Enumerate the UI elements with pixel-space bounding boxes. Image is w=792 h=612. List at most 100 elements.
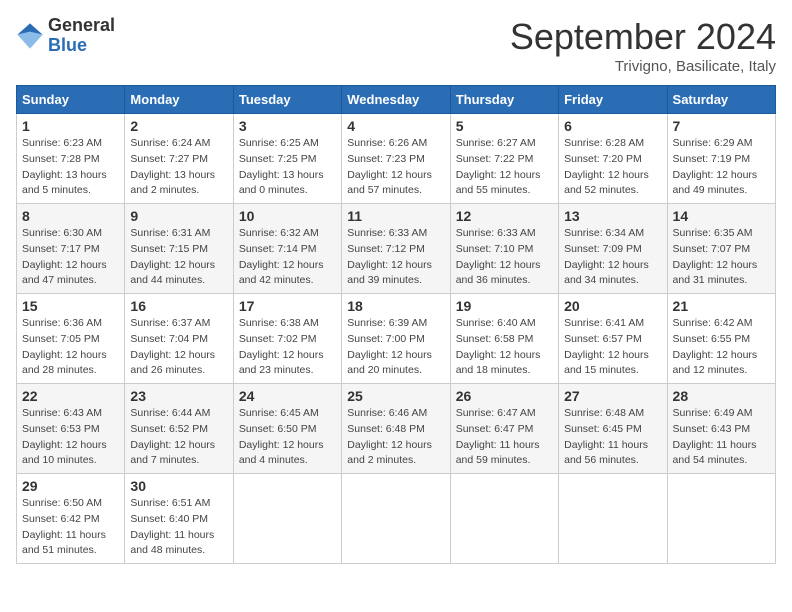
day-detail: Sunrise: 6:40 AMSunset: 6:58 PMDaylight:… bbox=[456, 316, 553, 379]
logo-general-text: General bbox=[48, 16, 115, 36]
calendar-cell bbox=[450, 474, 558, 564]
day-number: 8 bbox=[22, 208, 119, 224]
calendar-cell: 19Sunrise: 6:40 AMSunset: 6:58 PMDayligh… bbox=[450, 294, 558, 384]
day-detail: Sunrise: 6:41 AMSunset: 6:57 PMDaylight:… bbox=[564, 316, 661, 379]
calendar-cell: 4 Sunrise: 6:26 AMSunset: 7:23 PMDaylight… bbox=[342, 114, 450, 204]
day-detail: Sunrise: 6:49 AMSunset: 6:43 PMDaylight:… bbox=[673, 406, 770, 469]
calendar-cell: 22 Sunrise: 6:43 AMSunset: 6:53 PMDayligh… bbox=[17, 384, 125, 474]
day-detail: Sunrise: 6:25 AMSunset: 7:25 PMDaylight:… bbox=[239, 136, 336, 199]
day-number: 5 bbox=[456, 118, 553, 134]
day-detail: Sunrise: 6:27 AMSunset: 7:22 PMDaylight:… bbox=[456, 136, 553, 199]
calendar-week-4: 22 Sunrise: 6:43 AMSunset: 6:53 PMDayligh… bbox=[17, 384, 776, 474]
calendar-cell: 6 Sunrise: 6:28 AMSunset: 7:20 PMDaylight… bbox=[559, 114, 667, 204]
day-number: 13 bbox=[564, 208, 661, 224]
day-number: 18 bbox=[347, 298, 444, 314]
calendar-cell: 27 Sunrise: 6:48 AMSunset: 6:45 PMDayligh… bbox=[559, 384, 667, 474]
day-number: 15 bbox=[22, 298, 119, 314]
calendar-table: SundayMondayTuesdayWednesdayThursdayFrid… bbox=[16, 85, 776, 564]
calendar-cell: 20 Sunrise: 6:41 AMSunset: 6:57 PMDayligh… bbox=[559, 294, 667, 384]
day-detail: Sunrise: 6:37 AMSunset: 7:04 PMDaylight:… bbox=[130, 316, 227, 379]
weekday-saturday: Saturday bbox=[667, 86, 775, 114]
day-detail: Sunrise: 6:29 AMSunset: 7:19 PMDaylight:… bbox=[673, 136, 770, 199]
calendar-cell: 8 Sunrise: 6:30 AMSunset: 7:17 PMDaylight… bbox=[17, 204, 125, 294]
day-number: 30 bbox=[130, 478, 227, 494]
day-number: 7 bbox=[673, 118, 770, 134]
calendar-week-5: 29Sunrise: 6:50 AMSunset: 6:42 PMDayligh… bbox=[17, 474, 776, 564]
day-number: 6 bbox=[564, 118, 661, 134]
calendar-cell: 18Sunrise: 6:39 AMSunset: 7:00 PMDayligh… bbox=[342, 294, 450, 384]
calendar-cell bbox=[559, 474, 667, 564]
day-number: 9 bbox=[130, 208, 227, 224]
day-number: 1 bbox=[22, 118, 119, 134]
weekday-wednesday: Wednesday bbox=[342, 86, 450, 114]
location-subtitle: Trivigno, Basilicate, Italy bbox=[510, 58, 776, 75]
calendar-cell: 26Sunrise: 6:47 AMSunset: 6:47 PMDayligh… bbox=[450, 384, 558, 474]
day-detail: Sunrise: 6:34 AMSunset: 7:09 PMDaylight:… bbox=[564, 226, 661, 289]
calendar-cell: 21Sunrise: 6:42 AMSunset: 6:55 PMDayligh… bbox=[667, 294, 775, 384]
weekday-sunday: Sunday bbox=[17, 86, 125, 114]
day-detail: Sunrise: 6:30 AMSunset: 7:17 PMDaylight:… bbox=[22, 226, 119, 289]
calendar-cell: 28 Sunrise: 6:49 AMSunset: 6:43 PMDayligh… bbox=[667, 384, 775, 474]
day-detail: Sunrise: 6:26 AMSunset: 7:23 PMDaylight:… bbox=[347, 136, 444, 199]
day-detail: Sunrise: 6:42 AMSunset: 6:55 PMDaylight:… bbox=[673, 316, 770, 379]
calendar-cell: 2 Sunrise: 6:24 AMSunset: 7:27 PMDaylight… bbox=[125, 114, 233, 204]
day-detail: Sunrise: 6:23 AMSunset: 7:28 PMDaylight:… bbox=[22, 136, 119, 199]
day-detail: Sunrise: 6:24 AMSunset: 7:27 PMDaylight:… bbox=[130, 136, 227, 199]
day-detail: Sunrise: 6:43 AMSunset: 6:53 PMDaylight:… bbox=[22, 406, 119, 469]
day-detail: Sunrise: 6:46 AMSunset: 6:48 PMDaylight:… bbox=[347, 406, 444, 469]
weekday-friday: Friday bbox=[559, 86, 667, 114]
calendar-cell: 14 Sunrise: 6:35 AMSunset: 7:07 PMDayligh… bbox=[667, 204, 775, 294]
calendar-cell: 23Sunrise: 6:44 AMSunset: 6:52 PMDayligh… bbox=[125, 384, 233, 474]
day-number: 22 bbox=[22, 388, 119, 404]
day-detail: Sunrise: 6:45 AMSunset: 6:50 PMDaylight:… bbox=[239, 406, 336, 469]
page-header: General Blue September 2024 Trivigno, Ba… bbox=[16, 16, 776, 75]
day-number: 11 bbox=[347, 208, 444, 224]
day-number: 28 bbox=[673, 388, 770, 404]
logo-text: General Blue bbox=[48, 16, 115, 56]
calendar-body: 1 Sunrise: 6:23 AMSunset: 7:28 PMDaylight… bbox=[17, 114, 776, 564]
day-detail: Sunrise: 6:48 AMSunset: 6:45 PMDaylight:… bbox=[564, 406, 661, 469]
calendar-week-3: 15Sunrise: 6:36 AMSunset: 7:05 PMDayligh… bbox=[17, 294, 776, 384]
calendar-cell: 7 Sunrise: 6:29 AMSunset: 7:19 PMDaylight… bbox=[667, 114, 775, 204]
calendar-week-2: 8 Sunrise: 6:30 AMSunset: 7:17 PMDaylight… bbox=[17, 204, 776, 294]
calendar-cell bbox=[667, 474, 775, 564]
day-number: 2 bbox=[130, 118, 227, 134]
day-number: 4 bbox=[347, 118, 444, 134]
day-number: 24 bbox=[239, 388, 336, 404]
day-detail: Sunrise: 6:33 AMSunset: 7:12 PMDaylight:… bbox=[347, 226, 444, 289]
day-number: 29 bbox=[22, 478, 119, 494]
logo-blue-text: Blue bbox=[48, 36, 115, 56]
day-number: 20 bbox=[564, 298, 661, 314]
logo: General Blue bbox=[16, 16, 115, 56]
calendar-cell: 3 Sunrise: 6:25 AMSunset: 7:25 PMDaylight… bbox=[233, 114, 341, 204]
calendar-cell: 9 Sunrise: 6:31 AMSunset: 7:15 PMDaylight… bbox=[125, 204, 233, 294]
day-number: 10 bbox=[239, 208, 336, 224]
day-number: 25 bbox=[347, 388, 444, 404]
day-number: 16 bbox=[130, 298, 227, 314]
day-number: 27 bbox=[564, 388, 661, 404]
calendar-cell: 29Sunrise: 6:50 AMSunset: 6:42 PMDayligh… bbox=[17, 474, 125, 564]
weekday-tuesday: Tuesday bbox=[233, 86, 341, 114]
day-number: 12 bbox=[456, 208, 553, 224]
day-detail: Sunrise: 6:38 AMSunset: 7:02 PMDaylight:… bbox=[239, 316, 336, 379]
day-number: 3 bbox=[239, 118, 336, 134]
calendar-cell: 11 Sunrise: 6:33 AMSunset: 7:12 PMDayligh… bbox=[342, 204, 450, 294]
calendar-week-1: 1 Sunrise: 6:23 AMSunset: 7:28 PMDaylight… bbox=[17, 114, 776, 204]
month-title: September 2024 bbox=[510, 16, 776, 58]
day-detail: Sunrise: 6:35 AMSunset: 7:07 PMDaylight:… bbox=[673, 226, 770, 289]
calendar-cell: 17Sunrise: 6:38 AMSunset: 7:02 PMDayligh… bbox=[233, 294, 341, 384]
calendar-cell bbox=[233, 474, 341, 564]
calendar-cell: 25 Sunrise: 6:46 AMSunset: 6:48 PMDayligh… bbox=[342, 384, 450, 474]
day-detail: Sunrise: 6:28 AMSunset: 7:20 PMDaylight:… bbox=[564, 136, 661, 199]
day-detail: Sunrise: 6:31 AMSunset: 7:15 PMDaylight:… bbox=[130, 226, 227, 289]
calendar-cell: 15Sunrise: 6:36 AMSunset: 7:05 PMDayligh… bbox=[17, 294, 125, 384]
calendar-cell: 16 Sunrise: 6:37 AMSunset: 7:04 PMDayligh… bbox=[125, 294, 233, 384]
day-detail: Sunrise: 6:33 AMSunset: 7:10 PMDaylight:… bbox=[456, 226, 553, 289]
calendar-cell: 10Sunrise: 6:32 AMSunset: 7:14 PMDayligh… bbox=[233, 204, 341, 294]
day-detail: Sunrise: 6:51 AMSunset: 6:40 PMDaylight:… bbox=[130, 496, 227, 559]
calendar-cell: 30 Sunrise: 6:51 AMSunset: 6:40 PMDayligh… bbox=[125, 474, 233, 564]
calendar-cell: 24 Sunrise: 6:45 AMSunset: 6:50 PMDayligh… bbox=[233, 384, 341, 474]
day-number: 23 bbox=[130, 388, 227, 404]
title-block: September 2024 Trivigno, Basilicate, Ita… bbox=[510, 16, 776, 75]
day-number: 14 bbox=[673, 208, 770, 224]
